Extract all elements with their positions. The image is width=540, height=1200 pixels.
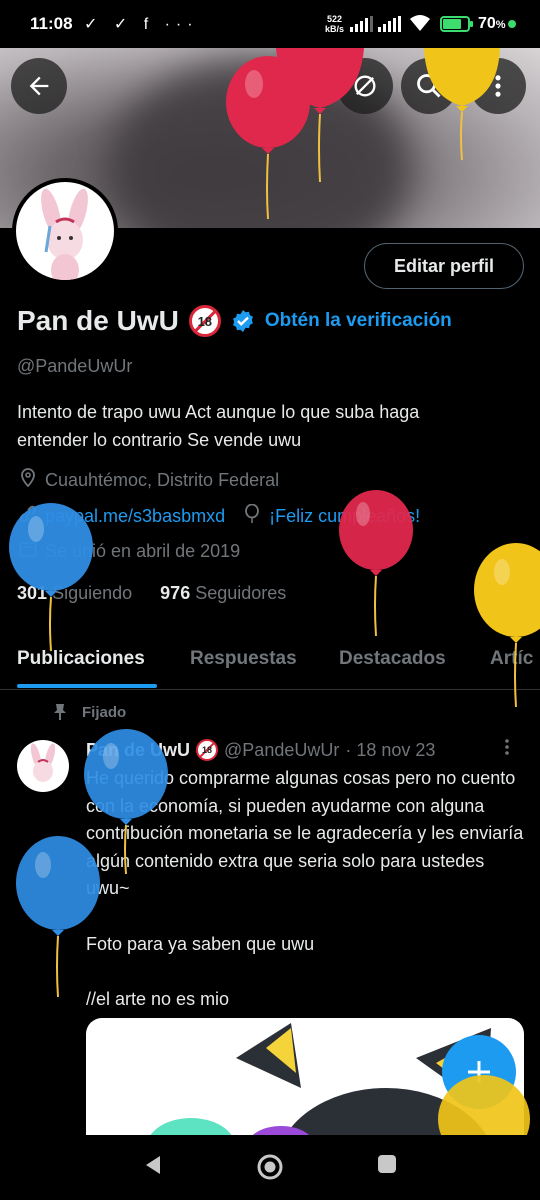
compose-post-button[interactable]	[442, 1035, 516, 1109]
system-nav-bar	[0, 1135, 540, 1200]
profile-name-row: Pan de UwU 18 Obtén la verificación	[17, 305, 452, 337]
joined-text: Se unió en abril de 2019	[45, 541, 241, 561]
location-pin-icon	[17, 468, 39, 493]
eye-slash-icon	[354, 75, 376, 97]
post-author-name[interactable]: Pan de UwU	[86, 740, 190, 761]
post-author-handle: @PandeUwUr	[224, 739, 340, 760]
profile-tabs: Publicaciones Respuestas Destacados Artí…	[0, 630, 540, 690]
pinned-text: Fijado	[82, 703, 127, 721]
profile-avatar[interactable]	[12, 178, 118, 284]
bio-line: Intento de trapo uwu Act aunque lo que s…	[17, 402, 420, 422]
website-link[interactable]: paypal.me/s3basbmxd	[45, 506, 225, 527]
post-more-icon[interactable]	[504, 738, 510, 761]
search-button[interactable]	[401, 58, 457, 114]
adult-badge-text: 18	[197, 313, 213, 329]
location-row: Cuauhtémoc, Distrito Federal	[17, 468, 279, 493]
network-speed-unit: kB/s	[325, 24, 345, 34]
plus-icon	[468, 1061, 490, 1083]
verified-badge-icon[interactable]	[231, 309, 255, 333]
get-verified-link[interactable]: Obtén la verificación	[265, 310, 452, 332]
edit-profile-button[interactable]: Editar perfil	[364, 243, 524, 289]
signal-icon	[350, 16, 373, 32]
following-link[interactable]: 301 Siguiendo	[17, 583, 132, 603]
tab-replies[interactable]: Respuestas	[190, 648, 297, 670]
tab-highlights[interactable]: Destacados	[339, 648, 446, 670]
tab-articles[interactable]: Artíc	[490, 648, 533, 670]
location-text: Cuauhtémoc, Distrito Federal	[45, 470, 280, 490]
home-nav-icon[interactable]	[256, 1153, 284, 1186]
pin-icon	[54, 704, 66, 720]
adult-badge-text: 18	[202, 745, 213, 755]
back-nav-icon[interactable]	[142, 1153, 164, 1182]
followers-link[interactable]: 976 Seguidores	[160, 583, 286, 603]
avatar-art	[41, 188, 88, 280]
network-speed-value: 522	[326, 14, 343, 24]
active-tab-indicator	[17, 684, 157, 688]
tab-posts[interactable]: Publicaciones	[17, 648, 145, 670]
post-date: · 18 nov 23	[345, 739, 436, 760]
status-dot	[508, 20, 516, 28]
adult-content-icon: 18	[196, 739, 219, 761]
links-row: paypal.me/s3basbmxd ¡Feliz cumpleaños!	[17, 503, 420, 529]
more-button[interactable]	[470, 58, 526, 114]
arrow-left-icon	[29, 76, 49, 96]
calendar-icon	[17, 540, 39, 563]
bio-line: entender lo contrario Se vende uwu	[17, 430, 302, 450]
back-button[interactable]	[11, 58, 67, 114]
profile-bio: Intento de trapo uwu Act aunque lo que s…	[17, 398, 517, 454]
search-icon	[417, 74, 441, 98]
post-text: He querido comprarme algunas cosas pero …	[86, 768, 524, 1009]
wifi-icon	[408, 13, 432, 38]
battery-percent: 70%	[478, 15, 506, 32]
hide-button[interactable]	[337, 58, 393, 114]
network-speed: 522 kB/s	[325, 14, 344, 34]
signal-icon-2	[378, 16, 401, 32]
adult-content-icon: 18	[188, 305, 221, 337]
balloon-icon	[241, 503, 263, 529]
battery-icon	[440, 16, 473, 32]
post-header: Pan de UwU 18 @PandeUwUr · 18 nov 23	[86, 739, 435, 761]
status-time: 11:08	[30, 14, 73, 33]
notification-icons: ✓ ✓ f ···	[84, 16, 199, 33]
joined-row: Se unió en abril de 2019	[17, 540, 240, 563]
status-bar: 11:08 ✓ ✓ f ··· 522 kB/s 70%	[0, 0, 540, 48]
profile-handle: @PandeUwUr	[17, 356, 133, 376]
recents-nav-icon[interactable]	[376, 1153, 398, 1180]
pinned-label: Fijado	[52, 703, 126, 721]
birthday-link[interactable]: ¡Feliz cumpleaños!	[269, 506, 420, 527]
follow-stats: 301 Siguiendo 976 Seguidores	[17, 583, 286, 604]
post-avatar[interactable]	[17, 740, 69, 792]
more-vertical-icon	[495, 75, 501, 97]
link-icon	[17, 504, 39, 529]
profile-name: Pan de UwU	[17, 305, 179, 336]
